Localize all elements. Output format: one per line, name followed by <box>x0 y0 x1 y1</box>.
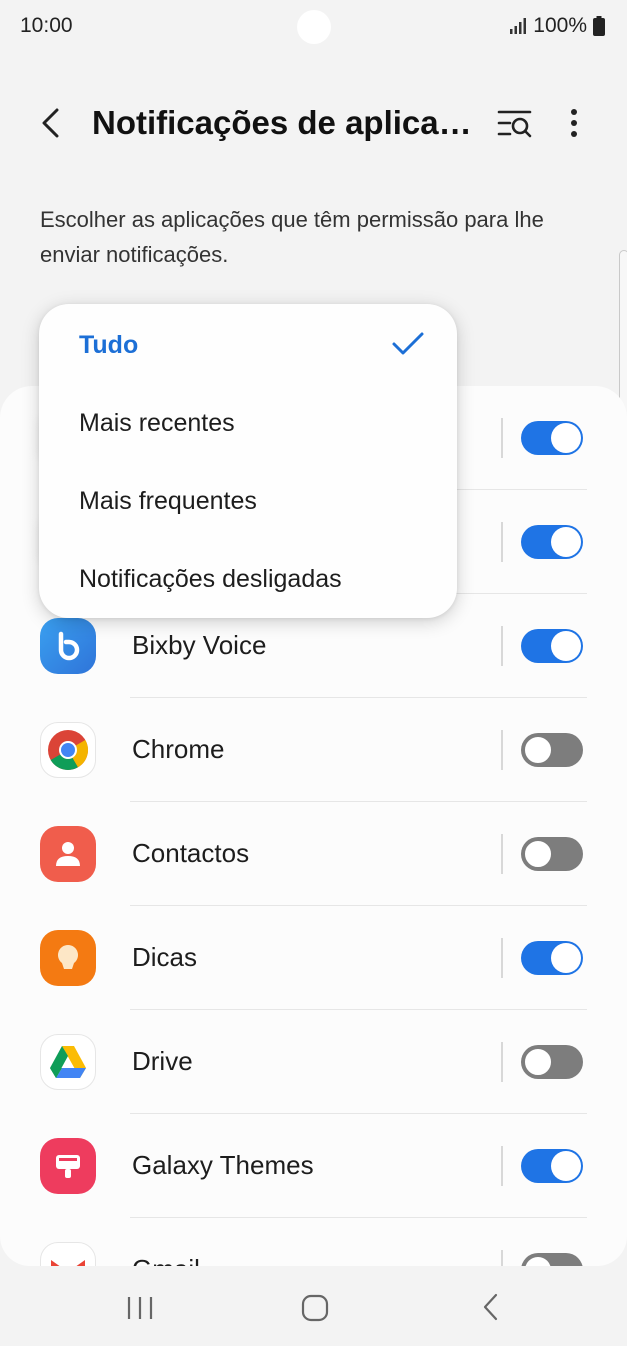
list-item-drive[interactable]: Drive <box>0 1010 627 1114</box>
dropdown-item-recent[interactable]: Mais recentes <box>79 409 235 438</box>
galaxy-themes-icon <box>40 1138 96 1194</box>
filter-dropdown-menu: Tudo Mais recentes Mais frequentes Notif… <box>39 304 457 618</box>
divider <box>501 418 503 458</box>
status-indicators: 100% <box>509 14 605 38</box>
dropdown-item-all[interactable]: Tudo <box>79 331 138 360</box>
back-nav-icon[interactable] <box>478 1292 504 1322</box>
status-time: 10:00 <box>20 14 73 37</box>
dropdown-item-frequent[interactable]: Mais frequentes <box>79 487 257 516</box>
app-name: Gmail <box>132 1254 200 1266</box>
chrome-icon <box>40 722 96 778</box>
notification-toggle[interactable] <box>521 1149 583 1183</box>
list-item-galaxy-themes[interactable]: Galaxy Themes <box>0 1114 627 1218</box>
battery-percent: 100% <box>533 14 587 37</box>
app-name: Galaxy Themes <box>132 1150 314 1180</box>
app-name: Chrome <box>132 734 225 764</box>
notification-toggle[interactable] <box>521 525 583 559</box>
notification-toggle[interactable] <box>521 1045 583 1079</box>
google-drive-icon <box>40 1034 96 1090</box>
divider <box>501 938 503 978</box>
app-name: Drive <box>132 1046 193 1076</box>
app-name: Contactos <box>132 838 250 868</box>
list-item-gmail[interactable]: Gmail <box>0 1218 627 1266</box>
filter-search-icon[interactable] <box>494 102 536 144</box>
page-title: Notificações de aplicações <box>92 104 482 141</box>
tips-lightbulb-icon <box>40 930 96 986</box>
notification-toggle[interactable] <box>521 629 583 663</box>
notification-toggle[interactable] <box>521 733 583 767</box>
contacts-icon <box>40 826 96 882</box>
list-item-chrome[interactable]: Chrome <box>0 698 627 802</box>
divider <box>501 730 503 770</box>
notification-toggle[interactable] <box>521 837 583 871</box>
page-description: Escolher as aplicações que têm permissão… <box>40 207 544 267</box>
notification-toggle[interactable] <box>521 1253 583 1266</box>
camera-cutout <box>297 10 331 44</box>
recents-icon[interactable] <box>122 1294 158 1322</box>
navigation-bar <box>0 1266 627 1346</box>
battery-icon <box>593 16 605 36</box>
divider <box>501 834 503 874</box>
notification-toggle[interactable] <box>521 941 583 975</box>
divider <box>501 626 503 666</box>
check-icon <box>392 332 424 355</box>
bixby-voice-icon <box>40 618 96 674</box>
list-item-contactos[interactable]: Contactos <box>0 802 627 906</box>
divider <box>501 1146 503 1186</box>
divider <box>501 522 503 562</box>
dropdown-item-off[interactable]: Notificações desligadas <box>79 565 342 594</box>
notification-toggle[interactable] <box>521 421 583 455</box>
app-name: Dicas <box>132 942 198 972</box>
app-bar: Notificações de aplicações <box>0 80 627 166</box>
back-chevron-icon[interactable] <box>30 102 72 144</box>
more-vertical-icon[interactable] <box>556 102 592 144</box>
divider <box>501 1250 503 1266</box>
divider <box>501 1042 503 1082</box>
list-item-dicas[interactable]: Dicas <box>0 906 627 1010</box>
gmail-icon <box>40 1242 96 1266</box>
app-name: Bixby Voice <box>132 630 267 660</box>
status-bar: 10:00 100% <box>0 0 627 56</box>
home-icon[interactable] <box>300 1294 330 1322</box>
signal-icon <box>510 18 527 34</box>
